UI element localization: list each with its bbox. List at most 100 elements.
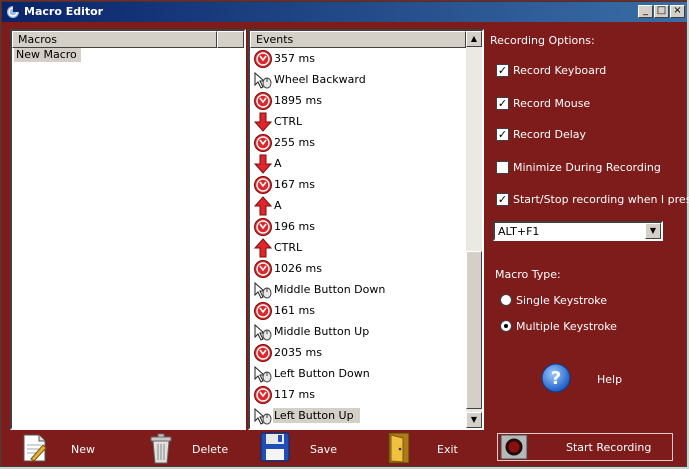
- event-label: Middle Button Down: [274, 283, 386, 296]
- hotkey-value: ALT+F1: [498, 225, 540, 238]
- title-bar[interactable]: Macro Editor _ □ ×: [2, 2, 687, 22]
- macros-header[interactable]: Macros: [12, 31, 217, 48]
- trash-icon[interactable]: [148, 432, 174, 464]
- event-row[interactable]: 167 ms: [253, 174, 463, 195]
- help-icon[interactable]: ?: [541, 363, 571, 393]
- start-stop-hotkey-label[interactable]: Start/Stop recording when I press: [513, 193, 689, 206]
- delay-icon: [253, 301, 273, 321]
- event-label: 255 ms: [274, 136, 315, 149]
- event-row[interactable]: Middle Button Down: [253, 279, 463, 300]
- exit-button[interactable]: Exit: [437, 443, 458, 456]
- event-label: Middle Button Up: [274, 325, 370, 338]
- maximize-button[interactable]: □: [654, 5, 669, 18]
- app-icon: [7, 6, 19, 18]
- event-row[interactable]: 255 ms: [253, 132, 463, 153]
- scroll-down-button[interactable]: ▼: [466, 412, 482, 428]
- event-label: 196 ms: [274, 220, 315, 233]
- event-label: Left Button Up: [273, 408, 360, 423]
- event-row[interactable]: 117 ms: [253, 384, 463, 405]
- delay-icon: [253, 343, 273, 363]
- delay-icon: [253, 175, 273, 195]
- event-row[interactable]: A: [253, 195, 463, 216]
- macros-list[interactable]: Macros New Macro: [10, 29, 246, 430]
- multiple-keystroke-label[interactable]: Multiple Keystroke: [516, 320, 617, 333]
- delay-icon: [253, 133, 273, 153]
- event-row[interactable]: CTRL: [253, 237, 463, 258]
- event-label: 167 ms: [274, 178, 315, 191]
- event-label: 1026 ms: [274, 262, 322, 275]
- macro-item-new-macro[interactable]: New Macro: [14, 48, 81, 62]
- event-row[interactable]: 357 ms: [253, 48, 463, 69]
- single-keystroke-label[interactable]: Single Keystroke: [516, 294, 607, 307]
- macro-type-heading: Macro Type:: [495, 268, 561, 281]
- exit-door-icon[interactable]: [387, 432, 411, 464]
- scroll-thumb[interactable]: [466, 251, 482, 409]
- event-row[interactable]: Middle Button Up: [253, 321, 463, 342]
- scroll-up-button[interactable]: ▲: [466, 31, 482, 47]
- delay-icon: [253, 91, 273, 111]
- start-stop-hotkey-checkbox[interactable]: ✓: [496, 193, 509, 206]
- macros-header-filler: [217, 31, 244, 48]
- delay-icon: [253, 217, 273, 237]
- mouse-icon: [253, 364, 273, 384]
- events-list[interactable]: Events 357 ms Wheel Backward 1895 ms CTRL 25…: [248, 29, 484, 430]
- event-row[interactable]: Left Button Up: [253, 405, 463, 426]
- event-row[interactable]: 196 ms: [253, 216, 463, 237]
- event-row[interactable]: 1895 ms: [253, 90, 463, 111]
- mouse-icon: [253, 322, 273, 342]
- event-row[interactable]: Left Button Down: [253, 363, 463, 384]
- arrow-down-icon: [253, 154, 273, 174]
- record-delay-label[interactable]: Record Delay: [513, 128, 586, 141]
- single-keystroke-radio[interactable]: [500, 294, 512, 306]
- close-button[interactable]: ×: [670, 5, 685, 18]
- mouse-icon: [253, 280, 273, 300]
- window-title: Macro Editor: [24, 5, 104, 18]
- start-recording-button[interactable]: Start Recording: [497, 433, 673, 461]
- delay-icon: [253, 385, 273, 405]
- hotkey-select[interactable]: ALT+F1 ▼: [493, 221, 663, 241]
- event-label: A: [274, 199, 282, 212]
- event-row[interactable]: 2035 ms: [253, 342, 463, 363]
- record-mouse-checkbox[interactable]: ✓: [496, 97, 509, 110]
- minimize-button[interactable]: _: [638, 5, 653, 18]
- minimize-during-recording-checkbox[interactable]: [496, 161, 509, 174]
- event-label: 117 ms: [274, 388, 315, 401]
- delete-button[interactable]: Delete: [192, 443, 228, 456]
- record-mouse-label[interactable]: Record Mouse: [513, 97, 590, 110]
- event-label: Left Button Down: [274, 367, 370, 380]
- save-button[interactable]: Save: [310, 443, 337, 456]
- event-label: 357 ms: [274, 52, 315, 65]
- event-label: 2035 ms: [274, 346, 322, 359]
- record-delay-checkbox[interactable]: ✓: [496, 128, 509, 141]
- new-document-icon[interactable]: [21, 433, 49, 463]
- help-label[interactable]: Help: [597, 373, 622, 386]
- multiple-keystroke-radio[interactable]: [500, 320, 512, 332]
- event-row[interactable]: CTRL: [253, 111, 463, 132]
- mouse-icon: [253, 406, 273, 426]
- macro-editor-window: Macro Editor _ □ × Macros New Macro Even…: [0, 0, 689, 467]
- events-header[interactable]: Events: [250, 31, 466, 48]
- minimize-during-recording-label[interactable]: Minimize During Recording: [513, 161, 661, 174]
- arrow-up-icon: [253, 238, 273, 258]
- save-floppy-icon[interactable]: [260, 432, 290, 462]
- arrow-down-icon: [253, 112, 273, 132]
- record-keyboard-label[interactable]: Record Keyboard: [513, 64, 606, 77]
- event-label: Wheel Backward: [274, 73, 366, 86]
- record-icon: [500, 434, 528, 460]
- event-label: CTRL: [274, 115, 303, 128]
- event-label: 1895 ms: [274, 94, 322, 107]
- start-recording-label: Start Recording: [566, 441, 652, 454]
- event-row[interactable]: 161 ms: [253, 300, 463, 321]
- chevron-down-icon[interactable]: ▼: [645, 223, 661, 239]
- event-label: CTRL: [274, 241, 303, 254]
- event-row[interactable]: Wheel Backward: [253, 69, 463, 90]
- event-row[interactable]: A: [253, 153, 463, 174]
- record-keyboard-checkbox[interactable]: ✓: [496, 64, 509, 77]
- event-label: 161 ms: [274, 304, 315, 317]
- events-scrollbar[interactable]: ▲ ▼: [466, 31, 482, 428]
- new-button[interactable]: New: [71, 443, 95, 456]
- recording-options-heading: Recording Options:: [490, 34, 595, 47]
- event-row[interactable]: 1026 ms: [253, 258, 463, 279]
- delay-icon: [253, 49, 273, 69]
- mouse-icon: [253, 70, 273, 90]
